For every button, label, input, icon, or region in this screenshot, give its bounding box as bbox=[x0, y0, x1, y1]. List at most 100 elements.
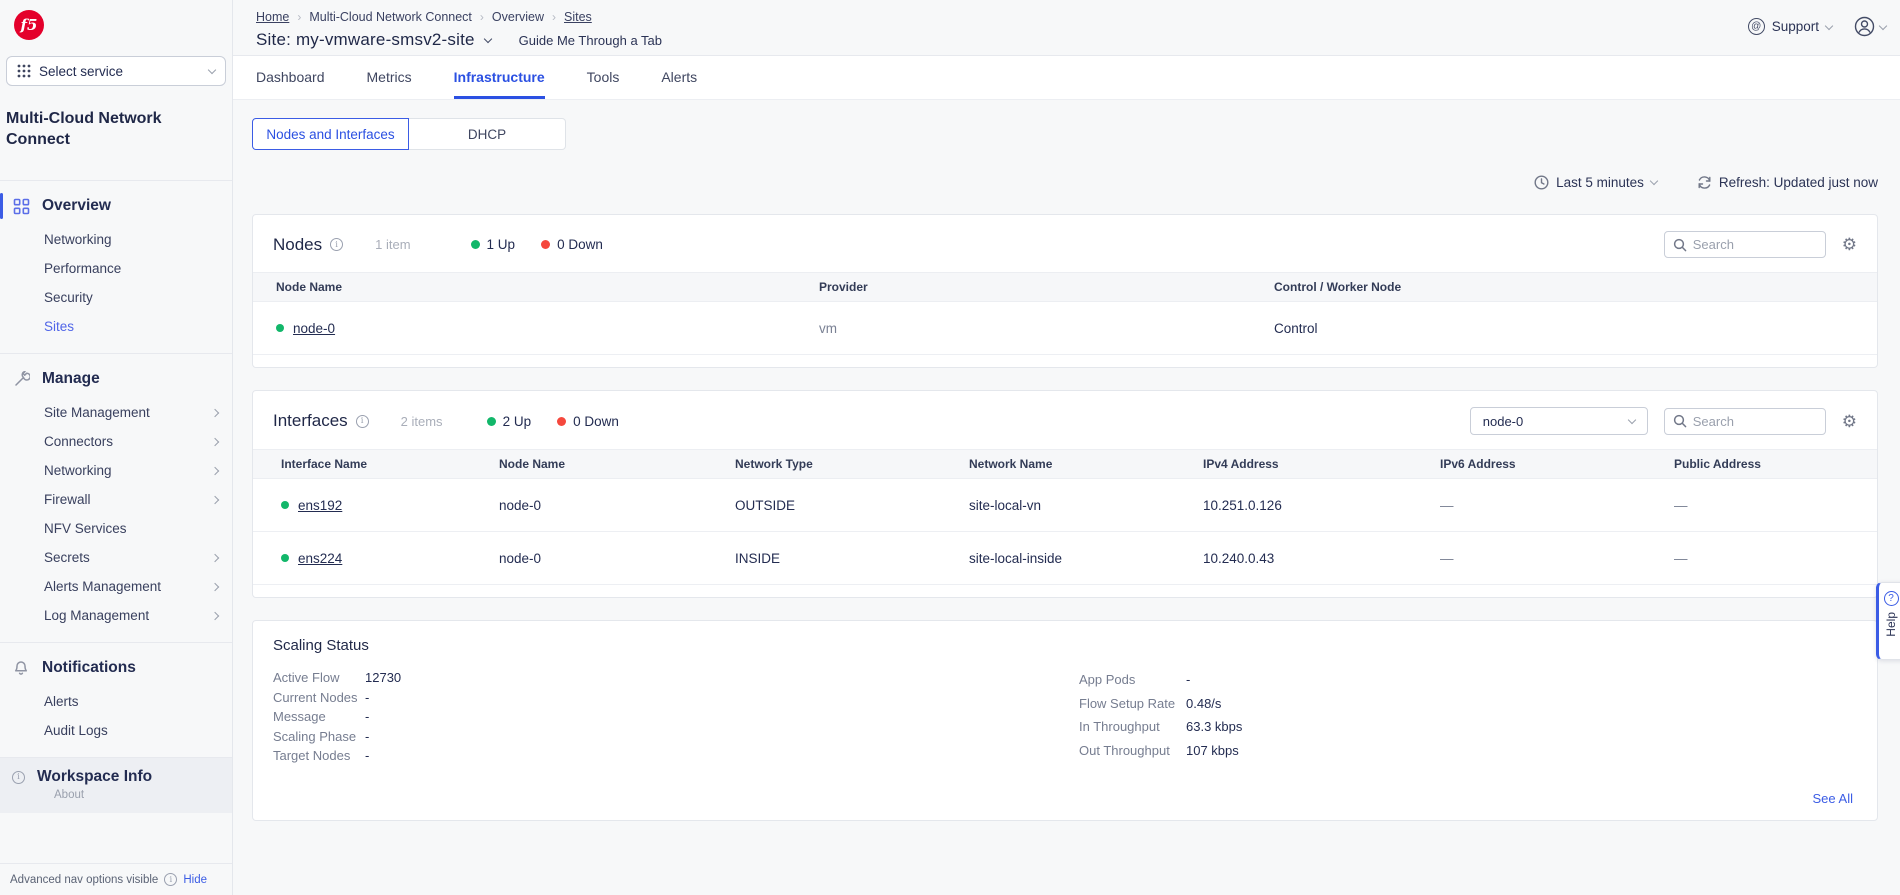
tab-infrastructure[interactable]: Infrastructure bbox=[454, 56, 545, 99]
tab-dashboard[interactable]: Dashboard bbox=[256, 56, 325, 99]
notifications-label: Notifications bbox=[42, 659, 136, 677]
site-switcher-chevron-icon[interactable] bbox=[483, 35, 491, 43]
see-all-link[interactable]: See All bbox=[1813, 791, 1853, 806]
bell-icon bbox=[12, 659, 30, 677]
breadcrumb-separator: › bbox=[297, 10, 301, 24]
chevron-right-icon bbox=[211, 611, 219, 619]
subtab-dhcp[interactable]: DHCP bbox=[409, 118, 566, 150]
sidebar-item-networking-manage[interactable]: Networking bbox=[0, 456, 232, 485]
help-panel-tab[interactable]: ? Help bbox=[1876, 582, 1900, 660]
nodes-search-input[interactable] bbox=[1693, 237, 1817, 252]
select-service-label: Select service bbox=[39, 64, 209, 79]
refresh-icon bbox=[1697, 175, 1712, 190]
info-icon[interactable]: i bbox=[356, 415, 369, 428]
nodes-up-status: 1 Up bbox=[471, 237, 516, 252]
sidebar-section-manage: Manage Site Management Connectors Networ… bbox=[0, 354, 232, 642]
scaling-left-stats: Active Flow12730 Current Nodes- Message-… bbox=[273, 668, 401, 766]
account-menu[interactable] bbox=[1854, 16, 1886, 37]
sidebar-item-security[interactable]: Security bbox=[0, 283, 232, 312]
wrench-icon bbox=[12, 370, 30, 388]
sidebar-item-connectors[interactable]: Connectors bbox=[0, 427, 232, 456]
sidebar-item-notifications[interactable]: Notifications bbox=[0, 653, 232, 683]
sidebar-item-alerts[interactable]: Alerts bbox=[0, 687, 232, 716]
breadcrumb-home[interactable]: Home bbox=[256, 10, 289, 24]
nodes-table-row: node-0 vm Control bbox=[253, 302, 1877, 355]
infrastructure-subtabs: Nodes and Interfaces DHCP bbox=[252, 118, 1878, 150]
down-dot-icon bbox=[541, 240, 550, 249]
page-title: Site: my-vmware-smsv2-site bbox=[256, 30, 475, 50]
chevron-down-icon bbox=[1650, 177, 1658, 185]
hide-nav-link[interactable]: Hide bbox=[183, 874, 207, 886]
sidebar-item-overview[interactable]: Overview bbox=[0, 191, 232, 221]
interfaces-search-input[interactable] bbox=[1693, 414, 1817, 429]
scaling-right-stats: App Pods- Flow Setup Rate0.48/s In Throu… bbox=[1079, 668, 1242, 762]
breadcrumb-sites[interactable]: Sites bbox=[564, 10, 592, 24]
active-section-indicator bbox=[0, 193, 3, 219]
chevron-down-icon bbox=[1825, 21, 1833, 29]
nodes-down-status: 0 Down bbox=[541, 237, 603, 252]
active-flow-value: 12730 bbox=[365, 668, 401, 688]
interfaces-down-status: 0 Down bbox=[557, 414, 619, 429]
sidebar-item-alerts-management[interactable]: Alerts Management bbox=[0, 572, 232, 601]
message-value: - bbox=[365, 707, 369, 727]
sidebar-nav: Overview Networking Performance Security… bbox=[0, 164, 232, 895]
advanced-nav-text: Advanced nav options visible bbox=[10, 874, 158, 886]
sidebar: f5 Select service Multi-Cloud Network Co… bbox=[0, 0, 233, 895]
target-nodes-value: - bbox=[365, 746, 369, 766]
product-title: Multi-Cloud Network Connect bbox=[0, 86, 232, 150]
breadcrumb: Home › Multi-Cloud Network Connect › Ove… bbox=[256, 10, 1900, 24]
sidebar-item-log-management[interactable]: Log Management bbox=[0, 601, 232, 630]
breadcrumb-mcn[interactable]: Multi-Cloud Network Connect bbox=[309, 10, 472, 24]
status-dot-icon bbox=[276, 324, 284, 332]
node-link[interactable]: node-0 bbox=[293, 321, 335, 336]
breadcrumb-overview[interactable]: Overview bbox=[492, 10, 544, 24]
chevron-right-icon bbox=[211, 408, 219, 416]
interfaces-table-row: ens192 node-0 OUTSIDE site-local-vn 10.2… bbox=[253, 479, 1877, 532]
sidebar-item-manage[interactable]: Manage bbox=[0, 364, 232, 394]
time-range-dropdown[interactable]: Last 5 minutes bbox=[1534, 175, 1657, 190]
sidebar-item-audit-logs[interactable]: Audit Logs bbox=[0, 716, 232, 745]
sidebar-item-workspace-info[interactable]: i Workspace Info About bbox=[0, 758, 232, 813]
flow-setup-rate-value: 0.48/s bbox=[1186, 692, 1221, 716]
tab-tools[interactable]: Tools bbox=[587, 56, 620, 99]
refresh-button[interactable]: Refresh: Updated just now bbox=[1697, 175, 1878, 190]
interface-link[interactable]: ens224 bbox=[298, 551, 342, 566]
grid-apps-icon bbox=[17, 64, 31, 78]
select-service-dropdown[interactable]: Select service bbox=[6, 56, 226, 86]
clock-icon bbox=[1534, 175, 1549, 190]
support-menu[interactable]: @ Support bbox=[1748, 18, 1832, 35]
sidebar-item-nfv-services[interactable]: NFV Services bbox=[0, 514, 232, 543]
top-header: Home › Multi-Cloud Network Connect › Ove… bbox=[233, 0, 1900, 56]
interfaces-settings-gear-icon[interactable]: ⚙ bbox=[1842, 413, 1857, 430]
interface-link[interactable]: ens192 bbox=[298, 498, 342, 513]
chevron-down-icon bbox=[1628, 416, 1636, 424]
f5-logo-icon[interactable]: f5 bbox=[14, 10, 44, 40]
info-icon: i bbox=[12, 771, 25, 784]
interfaces-count: 2 items bbox=[401, 414, 443, 429]
search-icon bbox=[1673, 414, 1687, 428]
overview-label: Overview bbox=[42, 197, 111, 215]
sidebar-item-networking-overview[interactable]: Networking bbox=[0, 225, 232, 254]
tab-bar: Dashboard Metrics Infrastructure Tools A… bbox=[233, 56, 1900, 100]
sidebar-section-overview: Overview Networking Performance Security… bbox=[0, 181, 232, 353]
app-window: f5 Select service Multi-Cloud Network Co… bbox=[0, 0, 1900, 895]
nodes-count: 1 item bbox=[375, 237, 410, 252]
sidebar-item-sites[interactable]: Sites bbox=[0, 312, 232, 341]
node-filter-select[interactable]: node-0 bbox=[1470, 407, 1648, 435]
app-pods-value: - bbox=[1186, 668, 1190, 692]
up-dot-icon bbox=[471, 240, 480, 249]
tab-alerts[interactable]: Alerts bbox=[661, 56, 697, 99]
sidebar-item-firewall[interactable]: Firewall bbox=[0, 485, 232, 514]
chevron-right-icon bbox=[211, 582, 219, 590]
sidebar-item-site-management[interactable]: Site Management bbox=[0, 398, 232, 427]
interfaces-card: Interfaces i 2 items 2 Up 0 Down node-0 bbox=[252, 390, 1878, 598]
sidebar-item-secrets[interactable]: Secrets bbox=[0, 543, 232, 572]
sidebar-item-performance[interactable]: Performance bbox=[0, 254, 232, 283]
guide-me-link[interactable]: Guide Me Through a Tab bbox=[519, 33, 662, 48]
sidebar-footer: Advanced nav options visible i Hide bbox=[0, 863, 232, 895]
tab-metrics[interactable]: Metrics bbox=[367, 56, 412, 99]
workspace-info-about[interactable]: About bbox=[54, 789, 220, 801]
nodes-settings-gear-icon[interactable]: ⚙ bbox=[1842, 236, 1857, 253]
subtab-nodes-and-interfaces[interactable]: Nodes and Interfaces bbox=[252, 118, 409, 150]
info-icon[interactable]: i bbox=[330, 238, 343, 251]
